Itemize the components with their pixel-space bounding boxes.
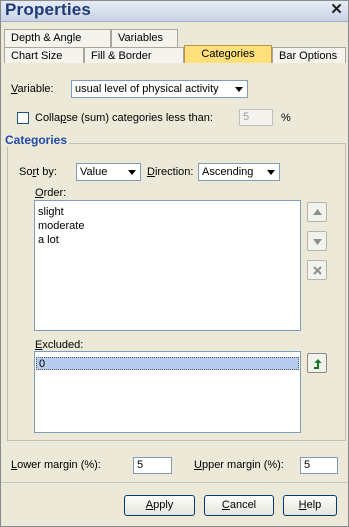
chevron-down-icon: [128, 170, 136, 175]
chevron-down-icon: [235, 87, 243, 92]
sort-by-label: Sort by:: [19, 166, 57, 178]
tab-depth-angle[interactable]: Depth & Angle: [4, 29, 111, 47]
move-down-button[interactable]: [307, 231, 327, 251]
direction-dropdown[interactable]: Ascending: [198, 163, 280, 181]
apply-button[interactable]: Apply: [124, 495, 195, 516]
properties-dialog: Properties ✕ Depth & Angle Variables Cha…: [0, 0, 349, 527]
close-icon[interactable]: ✕: [329, 2, 344, 18]
upper-margin-input[interactable]: 5: [300, 457, 338, 474]
tab-variables[interactable]: Variables: [111, 29, 178, 47]
chevron-down-icon: [267, 170, 275, 175]
variable-label: Variable:: [11, 83, 54, 95]
lower-margin-label: Lower margin (%):: [11, 459, 101, 471]
variable-dropdown[interactable]: usual level of physical activity: [71, 80, 248, 98]
exclude-button[interactable]: [307, 260, 327, 280]
lower-margin-input[interactable]: 5: [133, 457, 172, 474]
arrow-up-icon: [313, 209, 322, 215]
include-button[interactable]: [307, 353, 327, 373]
categories-group-title: Categories: [3, 133, 70, 147]
tab-categories[interactable]: Categories: [184, 45, 272, 65]
collapse-checkbox[interactable]: [17, 112, 29, 124]
sort-by-dropdown[interactable]: Value: [76, 163, 141, 181]
cancel-button[interactable]: Cancel: [204, 495, 274, 516]
order-item[interactable]: slight: [38, 206, 64, 219]
footer-divider: [1, 482, 348, 483]
excluded-label: Excluded:: [35, 339, 84, 351]
help-button[interactable]: Help: [283, 495, 337, 516]
collapse-threshold-input[interactable]: 5: [239, 109, 273, 126]
window-title: Properties: [5, 0, 92, 19]
percent-unit: %: [281, 112, 291, 124]
move-back-arrow-icon: [314, 359, 322, 369]
collapse-label: Collapse (sum) categories less than:: [35, 112, 213, 124]
excluded-item[interactable]: 0: [36, 357, 299, 370]
order-listbox[interactable]: slight moderate a lot: [34, 200, 301, 331]
excluded-listbox[interactable]: 0: [34, 351, 301, 433]
variable-value: usual level of physical activity: [75, 83, 219, 95]
order-item[interactable]: a lot: [38, 234, 59, 247]
arrow-down-icon: [313, 239, 322, 245]
x-icon: [313, 266, 322, 275]
order-label: Order:: [35, 187, 67, 199]
move-up-button[interactable]: [307, 202, 327, 222]
title-bar: Properties ✕: [1, 0, 348, 22]
upper-margin-label: Upper margin (%):: [194, 459, 284, 471]
direction-label: Direction:: [147, 166, 194, 178]
order-item[interactable]: moderate: [38, 220, 84, 233]
